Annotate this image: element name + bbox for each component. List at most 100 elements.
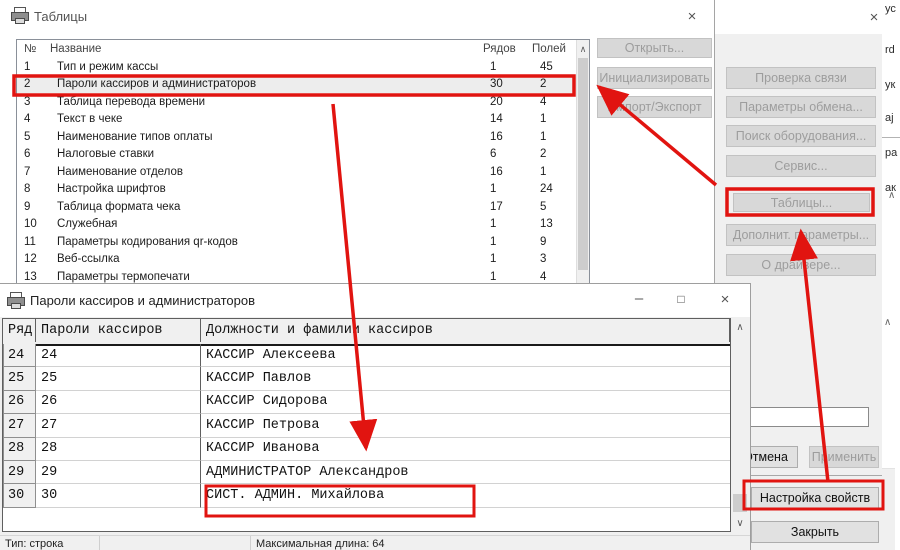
tables-list-scrollbar[interactable]: ∧ xyxy=(576,40,589,287)
panel-button-1[interactable]: Параметры обмена... xyxy=(726,96,876,118)
properties-dialog-titlebar xyxy=(715,0,882,34)
column-header-row: Ряд xyxy=(3,319,36,342)
tables-list-row-2[interactable]: 2Пароли кассиров и администраторов302 xyxy=(17,76,575,94)
cell: 28 xyxy=(3,438,36,461)
cell: 29 xyxy=(36,461,201,484)
edge-fragment-4: ра xyxy=(885,147,897,159)
passwords-row-29[interactable]: 2929АДМИНИСТРАТОР Александров xyxy=(3,461,730,484)
cell-rows: 17 xyxy=(483,201,533,213)
tables-list-row-11[interactable]: 11Параметры кодирования qr-кодов19 xyxy=(17,233,575,251)
cell: 25 xyxy=(3,367,36,390)
passwords-table-scrollbar[interactable]: ∧ ∨ xyxy=(732,318,748,532)
cell: 28 xyxy=(36,438,201,461)
cell-num: 12 xyxy=(17,253,50,265)
scroll-up-icon[interactable]: ∧ xyxy=(888,190,895,201)
panel-button-3[interactable]: Сервис... xyxy=(726,155,876,177)
tables-window-button-0[interactable]: Открыть... xyxy=(597,38,712,58)
cell-fields: 1 xyxy=(533,113,575,125)
properties-setup-button[interactable]: Настройка свойств xyxy=(751,487,879,509)
cell-num: 6 xyxy=(17,148,50,160)
cell-fields: 3 xyxy=(533,253,575,265)
column-header-fields: Полей xyxy=(532,43,566,55)
cell-rows: 1 xyxy=(483,61,533,73)
cell-fields: 13 xyxy=(533,218,575,230)
panel-button-4[interactable]: Таблицы... xyxy=(733,193,870,212)
cell-fields: 4 xyxy=(533,271,575,283)
cell: КАССИР Петрова xyxy=(201,414,730,437)
close-window-button[interactable]: Закрыть xyxy=(751,521,879,543)
cell-name: Текст в чеке xyxy=(50,113,483,125)
cell: СИСТ. АДМИН. Михайлова xyxy=(201,484,730,507)
tables-list-row-6[interactable]: 6Налоговые ставки62 xyxy=(17,146,575,164)
cell-fields: 1 xyxy=(533,131,575,143)
cell: 30 xyxy=(36,484,201,507)
passwords-window-title: Пароли кассиров и администраторов xyxy=(30,293,255,308)
edge-fragment-3: ај xyxy=(885,112,894,124)
passwords-table-header: Ряд Пароли кассиров Должности и фамилии … xyxy=(3,319,730,346)
cell-rows: 30 xyxy=(483,78,533,90)
maximize-icon[interactable]: □ xyxy=(672,291,690,309)
passwords-row-28[interactable]: 2828КАССИР Иванова xyxy=(3,438,730,461)
tables-list-row-7[interactable]: 7Наименование отделов161 xyxy=(17,163,575,181)
tables-list-row-12[interactable]: 12Веб-ссылка13 xyxy=(17,251,575,269)
scrollbar-thumb[interactable] xyxy=(733,494,747,512)
passwords-row-27[interactable]: 2727КАССИР Петрова xyxy=(3,414,730,437)
passwords-row-24[interactable]: 2424КАССИР Алексеева xyxy=(3,344,730,367)
close-icon[interactable]: × xyxy=(865,9,883,27)
panel-button-5[interactable]: Дополнит. параметры... xyxy=(726,224,876,246)
apply-button[interactable]: Применить xyxy=(809,446,879,468)
cell: АДМИНИСТРАТОР Александров xyxy=(201,461,730,484)
panel-button-6[interactable]: О драйвере... xyxy=(726,254,876,276)
cell-rows: 14 xyxy=(483,113,533,125)
tables-list-row-10[interactable]: 10Служебная113 xyxy=(17,216,575,234)
tables-window-button-2[interactable]: Импорт/Экспорт xyxy=(597,96,712,118)
column-header-position: Должности и фамилии кассиров xyxy=(201,319,730,342)
passwords-table[interactable]: Ряд Пароли кассиров Должности и фамилии … xyxy=(2,318,731,532)
panel-button-0[interactable]: Проверка связи xyxy=(726,67,876,89)
tables-list-row-1[interactable]: 1Тип и режим кассы145 xyxy=(17,58,575,76)
cell-rows: 6 xyxy=(483,148,533,160)
cell-num: 10 xyxy=(17,218,50,230)
cell-rows: 1 xyxy=(483,253,533,265)
close-icon[interactable]: × xyxy=(716,291,734,309)
passwords-row-25[interactable]: 2525КАССИР Павлов xyxy=(3,367,730,390)
tables-window-button-1[interactable]: Инициализировать xyxy=(597,67,712,89)
tables-list-row-3[interactable]: 3Таблица перевода времени204 xyxy=(17,93,575,111)
tables-list-row-5[interactable]: 5Наименование типов оплаты161 xyxy=(17,128,575,146)
tables-list-row-4[interactable]: 4Текст в чеке141 xyxy=(17,111,575,129)
tables-list-row-8[interactable]: 8Настройка шрифтов124 xyxy=(17,181,575,199)
printer-icon xyxy=(7,292,24,308)
edge-fragment-0: ус xyxy=(885,3,896,15)
minimize-icon[interactable]: – xyxy=(630,290,648,308)
cell: 26 xyxy=(3,391,36,414)
passwords-window: Пароли кассиров и администраторов – □ × … xyxy=(0,283,751,550)
passwords-row-30[interactable]: 3030СИСТ. АДМИН. Михайлова xyxy=(3,484,730,507)
cell-num: 4 xyxy=(17,113,50,125)
cell-rows: 20 xyxy=(483,96,533,108)
cell-name: Параметры кодирования qr-кодов xyxy=(50,236,483,248)
scroll-up-icon[interactable]: ∧ xyxy=(884,317,891,328)
cell: 25 xyxy=(36,367,201,390)
cell-rows: 1 xyxy=(483,271,533,283)
panel-button-2[interactable]: Поиск оборудования... xyxy=(726,125,876,147)
cell-fields: 2 xyxy=(533,78,575,90)
close-icon[interactable]: × xyxy=(683,8,701,26)
passwords-row-26[interactable]: 2626КАССИР Сидорова xyxy=(3,391,730,414)
device-text-field[interactable] xyxy=(741,407,869,427)
cell: КАССИР Иванова xyxy=(201,438,730,461)
scroll-up-icon[interactable]: ∧ xyxy=(732,323,748,333)
status-bar: Тип: строка Максимальная длина: 64 xyxy=(0,535,750,550)
cell-rows: 1 xyxy=(483,236,533,248)
tables-window-titlebar[interactable] xyxy=(2,0,714,32)
cell-fields: 9 xyxy=(533,236,575,248)
cell-name: Пароли кассиров и администраторов xyxy=(50,78,483,90)
tables-list-row-9[interactable]: 9Таблица формата чека175 xyxy=(17,198,575,216)
tables-window: Таблицы × № Название Рядов Полей 1Тип и … xyxy=(2,0,715,290)
cell-name: Служебная xyxy=(50,218,483,230)
scroll-up-icon[interactable]: ∧ xyxy=(577,44,589,54)
tables-list[interactable]: № Название Рядов Полей 1Тип и режим касс… xyxy=(16,39,590,288)
scrollbar-thumb[interactable] xyxy=(578,58,588,270)
edge-divider xyxy=(880,137,900,138)
tables-window-title: Таблицы xyxy=(34,9,87,24)
scroll-down-icon[interactable]: ∨ xyxy=(732,519,748,529)
